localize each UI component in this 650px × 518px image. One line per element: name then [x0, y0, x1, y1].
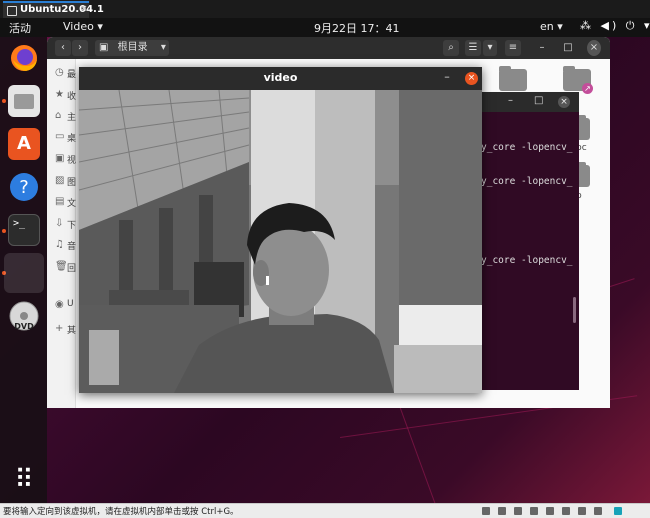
trash-icon[interactable]: 🗑 — [55, 261, 68, 272]
device-icon[interactable] — [562, 507, 570, 515]
device-icon[interactable] — [594, 507, 602, 515]
minimize-icon[interactable]: – — [535, 40, 549, 56]
close-icon[interactable]: × — [587, 40, 601, 56]
disc-icon[interactable]: ◉ — [55, 299, 64, 310]
sidebar-item-label[interactable]: 主 — [67, 110, 76, 123]
files-icon[interactable] — [8, 85, 40, 117]
files-sidebar: ◷ 最 ★ 收 ⌂ 主 ▭ 桌 ▣ 视 ▨ 图 ▤ 文 ⇩ 下 ♫ 音 🗑 回 ◉ U + 其 — [47, 59, 76, 408]
picture-icon[interactable]: ▨ — [55, 175, 64, 186]
back-button[interactable]: ‹ — [55, 40, 71, 56]
clock-icon[interactable]: ◷ — [55, 67, 64, 78]
message-icon[interactable] — [614, 507, 622, 515]
vm-tab-title: Ubuntu20.04.1 — [20, 4, 104, 15]
maximize-icon[interactable]: □ — [534, 95, 543, 106]
drive-icon: ▣ — [99, 42, 109, 53]
star-icon[interactable]: ★ — [55, 89, 64, 100]
ubuntu-top-bar: 活动 Video ▾ 9月22日 17：41 en ▾ ⁂ ◀) ⏻ ▾ — [0, 18, 650, 37]
language-menu[interactable]: en ▾ — [540, 20, 563, 33]
vm-icon — [7, 6, 17, 16]
device-icon[interactable] — [546, 507, 554, 515]
location-bar[interactable]: ▣ 根目录 ▾ — [95, 40, 169, 56]
desktop-icon[interactable]: ▭ — [55, 131, 64, 142]
location-label: 根目录 — [117, 42, 148, 53]
help-icon[interactable]: ? — [8, 171, 40, 203]
sidebar-item-label[interactable]: 其 — [67, 323, 76, 336]
sidebar-item-label[interactable]: 视 — [67, 153, 76, 166]
list-view-icon[interactable]: ☰ — [465, 40, 481, 56]
forward-button[interactable]: › — [72, 40, 88, 56]
vm-status-bar: 要将输入定向到该虚拟机，请在虚拟机内部单击或按 Ctrl+G。 — [0, 503, 650, 518]
dvd-label: DVD — [14, 322, 34, 331]
video-icon[interactable]: ▣ — [55, 153, 64, 164]
camera-feed — [79, 90, 482, 393]
firefox-icon[interactable] — [8, 42, 40, 74]
device-icon[interactable] — [482, 507, 490, 515]
download-icon[interactable]: ⇩ — [55, 218, 63, 229]
terminal-icon[interactable]: >_ — [8, 214, 40, 246]
status-hint: 要将输入定向到该虚拟机，请在虚拟机内部单击或按 Ctrl+G。 — [3, 507, 239, 517]
plus-icon[interactable]: + — [55, 323, 63, 334]
close-icon[interactable]: × — [465, 72, 478, 85]
minimize-icon[interactable]: – — [508, 95, 513, 106]
view-options-icon[interactable]: ▾ — [483, 40, 497, 56]
sidebar-item-label[interactable]: 图 — [67, 175, 76, 188]
menu-icon[interactable]: ≡ — [505, 40, 521, 56]
terminal-line: y_core -lopencv_ — [481, 142, 573, 153]
maximize-icon[interactable]: □ — [561, 40, 575, 56]
sidebar-item-label[interactable]: 收 — [67, 89, 76, 102]
software-icon[interactable]: A — [8, 128, 40, 160]
video-window: video – × — [79, 67, 482, 393]
vm-tab-bar: Ubuntu20.04.1 × — [0, 0, 650, 18]
sidebar-item-label[interactable]: 下 — [67, 218, 76, 231]
terminal-scrollbar[interactable] — [573, 297, 576, 323]
terminal-line: y_core -lopencv_ — [481, 255, 573, 266]
terminal-line: y_core -lopencv_ — [481, 176, 573, 187]
sidebar-item-label[interactable]: 音 — [67, 239, 76, 252]
sidebar-item-label[interactable]: 文 — [67, 196, 76, 209]
device-icon[interactable] — [578, 507, 586, 515]
running-indicator — [2, 99, 6, 103]
running-indicator — [2, 229, 6, 233]
dvd-icon[interactable]: DVD — [8, 300, 40, 332]
sidebar-item-label[interactable]: 回 — [67, 261, 76, 274]
location-caret-icon: ▾ — [160, 42, 166, 53]
sidebar-item-label[interactable]: U — [67, 299, 74, 309]
activities-button[interactable]: 活动 — [9, 20, 31, 36]
terminal-header-bar: – □ × — [481, 92, 579, 112]
home-icon[interactable]: ⌂ — [55, 110, 61, 121]
device-icon[interactable] — [514, 507, 522, 515]
show-apps-icon[interactable]: ⠿ — [8, 465, 40, 497]
folder-icon[interactable] — [499, 66, 527, 91]
device-icon[interactable] — [498, 507, 506, 515]
folder-icon[interactable]: ↗ — [563, 66, 593, 94]
video-header-bar[interactable]: video – × — [79, 67, 482, 90]
device-icon[interactable] — [530, 507, 538, 515]
svg-text:?: ? — [19, 177, 29, 198]
close-icon[interactable]: × — [558, 96, 570, 108]
clock[interactable]: 9月22日 17：41 — [314, 20, 400, 36]
vm-tab[interactable]: Ubuntu20.04.1 × — [3, 1, 104, 18]
files-header-bar: ‹ › ▣ 根目录 ▾ ⌕ ☰ ▾ ≡ – □ × — [47, 37, 610, 59]
search-icon[interactable]: ⌕ — [443, 40, 459, 56]
app-icon[interactable] — [4, 253, 44, 293]
music-icon[interactable]: ♫ — [55, 239, 64, 250]
document-icon[interactable]: ▤ — [55, 196, 64, 207]
terminal-window[interactable]: – □ × y_core -lopencv_ y_core -lopencv_ … — [481, 92, 579, 390]
sidebar-item-label[interactable]: 桌 — [67, 131, 76, 144]
app-menu-button[interactable]: Video ▾ — [63, 20, 103, 33]
dock: A ? >_ DVD ⠿ — [0, 37, 47, 503]
vm-tab-close-icon[interactable]: × — [80, 4, 88, 14]
sidebar-item-label[interactable]: 最 — [67, 67, 76, 80]
link-emblem-icon: ↗ — [582, 83, 593, 94]
minimize-icon[interactable]: – — [441, 71, 453, 84]
system-tray[interactable]: ⁂ ◀) ⏻ ▾ — [580, 19, 650, 33]
window-title: video — [263, 71, 298, 84]
